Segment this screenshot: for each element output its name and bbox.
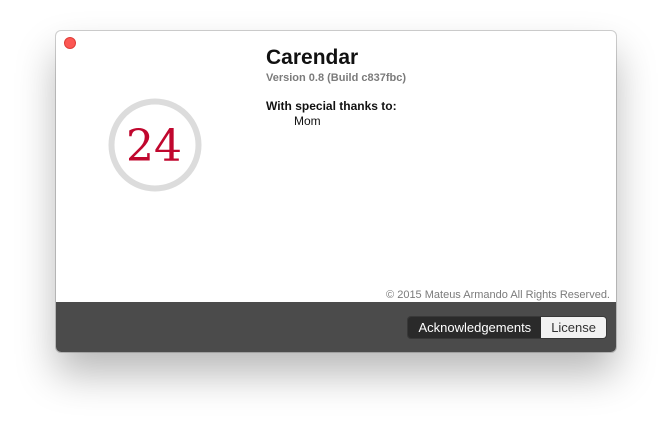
thanks-person: Mom — [294, 114, 321, 128]
calendar-24-icon: 24 — [108, 98, 202, 192]
footer-bar: Acknowledgements License — [56, 302, 616, 352]
license-tab[interactable]: License — [541, 317, 606, 338]
app-title: Carendar — [266, 46, 359, 69]
close-button[interactable] — [64, 37, 76, 49]
thanks-heading: With special thanks to: — [266, 99, 397, 113]
about-window: 24 Carendar Version 0.8 (Build c837fbc) … — [56, 31, 616, 352]
thanks-list: Mom — [266, 114, 606, 129]
version-label: Version 0.8 (Build c837fbc) — [266, 72, 406, 84]
copyright-text: © 2015 Mateus Armando All Rights Reserve… — [386, 289, 610, 301]
logo-number: 24 — [126, 121, 182, 172]
acknowledgements-tab[interactable]: Acknowledgements — [408, 317, 542, 338]
segmented-control: Acknowledgements License — [408, 317, 606, 338]
app-logo: 24 — [108, 98, 202, 192]
app-info: Carendar Version 0.8 (Build c837fbc) Wit… — [266, 45, 606, 129]
screen: 24 Carendar Version 0.8 (Build c837fbc) … — [0, 0, 672, 432]
